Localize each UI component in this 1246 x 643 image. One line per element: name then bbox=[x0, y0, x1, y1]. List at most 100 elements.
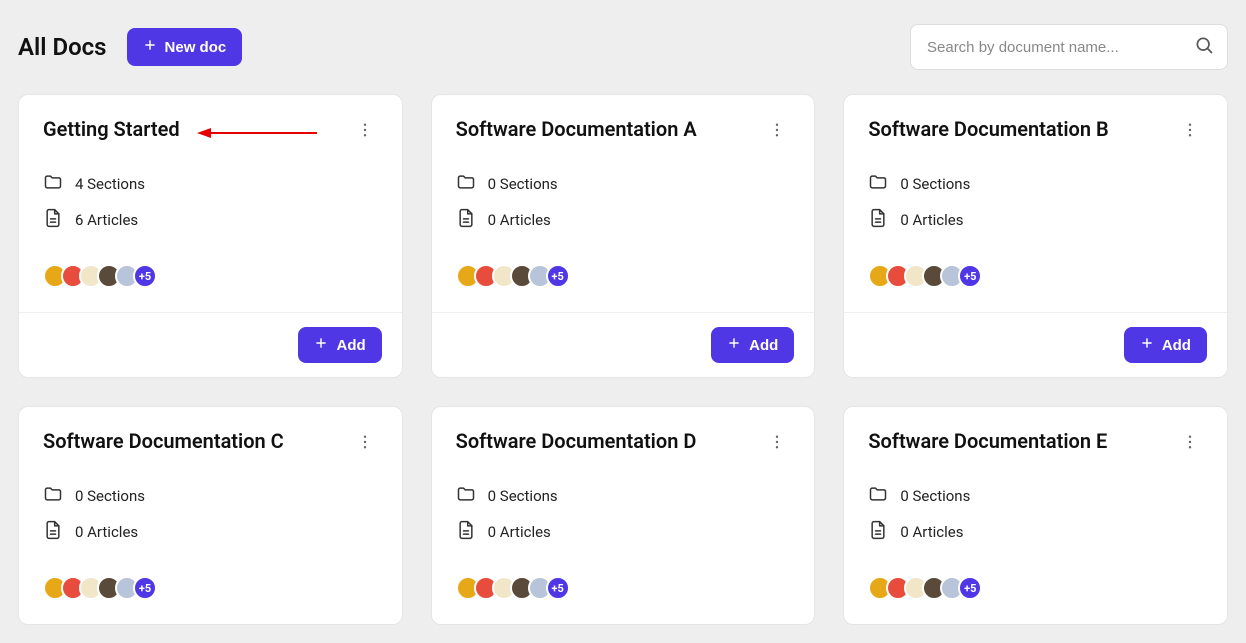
folder-icon bbox=[43, 172, 63, 196]
add-label: Add bbox=[336, 337, 365, 354]
folder-icon bbox=[456, 484, 476, 508]
more-vertical-icon bbox=[768, 439, 786, 454]
add-label: Add bbox=[1162, 337, 1191, 354]
articles-row: 0 Articles bbox=[43, 520, 378, 544]
avatar-more[interactable]: +5 bbox=[546, 264, 570, 288]
doc-card[interactable]: Getting Started 4 Sections 6 Articles +5 Add bbox=[18, 94, 403, 378]
sections-text: 0 Sections bbox=[488, 487, 558, 505]
card-body: Software Documentation B 0 Sections 0 Arti… bbox=[844, 95, 1227, 312]
page-title: All Docs bbox=[18, 33, 107, 61]
file-icon bbox=[456, 208, 476, 232]
card-footer: Add bbox=[19, 312, 402, 377]
sections-text: 0 Sections bbox=[75, 487, 145, 505]
card-title: Software Documentation E bbox=[868, 429, 1107, 453]
add-button[interactable]: Add bbox=[1124, 327, 1207, 363]
card-title-row: Software Documentation D bbox=[456, 429, 791, 458]
file-icon bbox=[868, 208, 888, 232]
sections-row: 4 Sections bbox=[43, 172, 378, 196]
articles-row: 0 Articles bbox=[456, 208, 791, 232]
sections-row: 0 Sections bbox=[868, 484, 1203, 508]
doc-card[interactable]: Software Documentation B 0 Sections 0 Arti… bbox=[843, 94, 1228, 378]
more-vertical-icon bbox=[356, 439, 374, 454]
sections-row: 0 Sections bbox=[456, 484, 791, 508]
plus-icon bbox=[727, 336, 741, 354]
card-more-button[interactable] bbox=[352, 117, 378, 146]
doc-card[interactable]: Software Documentation C 0 Sections 0 Arti… bbox=[18, 406, 403, 625]
articles-row: 0 Articles bbox=[868, 208, 1203, 232]
sections-text: 0 Sections bbox=[900, 487, 970, 505]
plus-icon bbox=[1140, 336, 1154, 354]
file-icon bbox=[868, 520, 888, 544]
sections-text: 0 Sections bbox=[488, 175, 558, 193]
avatar-stack: +5 bbox=[43, 264, 378, 288]
more-vertical-icon bbox=[768, 127, 786, 142]
card-more-button[interactable] bbox=[764, 429, 790, 458]
more-vertical-icon bbox=[1181, 439, 1199, 454]
more-vertical-icon bbox=[356, 127, 374, 142]
sections-text: 0 Sections bbox=[900, 175, 970, 193]
avatar-more[interactable]: +5 bbox=[958, 264, 982, 288]
card-title: Getting Started bbox=[43, 117, 180, 141]
avatar-stack: +5 bbox=[868, 264, 1203, 288]
doc-card[interactable]: Software Documentation E 0 Sections 0 Arti… bbox=[843, 406, 1228, 625]
card-more-button[interactable] bbox=[1177, 429, 1203, 458]
plus-icon bbox=[314, 336, 328, 354]
avatar-more[interactable]: +5 bbox=[133, 576, 157, 600]
avatar-stack: +5 bbox=[456, 264, 791, 288]
sections-row: 0 Sections bbox=[43, 484, 378, 508]
new-doc-label: New doc bbox=[165, 39, 227, 56]
articles-text: 0 Articles bbox=[75, 523, 138, 541]
articles-row: 6 Articles bbox=[43, 208, 378, 232]
articles-text: 6 Articles bbox=[75, 211, 138, 229]
sections-row: 0 Sections bbox=[868, 172, 1203, 196]
doc-card[interactable]: Software Documentation A 0 Sections 0 Arti… bbox=[431, 94, 816, 378]
card-title-row: Software Documentation B bbox=[868, 117, 1203, 146]
avatar-stack: +5 bbox=[456, 576, 791, 600]
add-label: Add bbox=[749, 337, 778, 354]
articles-text: 0 Articles bbox=[488, 211, 551, 229]
card-body: Software Documentation E 0 Sections 0 Arti… bbox=[844, 407, 1227, 624]
search-wrap bbox=[910, 24, 1228, 70]
plus-icon bbox=[143, 38, 157, 56]
card-more-button[interactable] bbox=[764, 117, 790, 146]
search-input[interactable] bbox=[910, 24, 1228, 70]
more-vertical-icon bbox=[1181, 127, 1199, 142]
card-more-button[interactable] bbox=[1177, 117, 1203, 146]
file-icon bbox=[43, 208, 63, 232]
articles-row: 0 Articles bbox=[868, 520, 1203, 544]
avatar-more[interactable]: +5 bbox=[133, 264, 157, 288]
annotation-arrow-icon bbox=[197, 125, 317, 145]
card-body: Getting Started 4 Sections 6 Articles +5 bbox=[19, 95, 402, 312]
header: All Docs New doc bbox=[0, 0, 1246, 94]
avatar-more[interactable]: +5 bbox=[958, 576, 982, 600]
add-button[interactable]: Add bbox=[298, 327, 381, 363]
docs-grid: Getting Started 4 Sections 6 Articles +5 Add… bbox=[0, 94, 1246, 643]
card-title: Software Documentation D bbox=[456, 429, 697, 453]
card-body: Software Documentation D0 Sections0 Arti… bbox=[432, 407, 815, 624]
card-title: Software Documentation C bbox=[43, 429, 284, 453]
card-title-row: Software Documentation A bbox=[456, 117, 791, 146]
articles-text: 0 Articles bbox=[900, 523, 963, 541]
new-doc-button[interactable]: New doc bbox=[127, 28, 243, 66]
card-body: Software Documentation A 0 Sections 0 Arti… bbox=[432, 95, 815, 312]
card-footer: Add bbox=[432, 312, 815, 377]
card-title-row: Software Documentation C bbox=[43, 429, 378, 458]
folder-icon bbox=[456, 172, 476, 196]
header-left: All Docs New doc bbox=[18, 28, 242, 66]
file-icon bbox=[456, 520, 476, 544]
card-footer: Add bbox=[844, 312, 1227, 377]
sections-row: 0 Sections bbox=[456, 172, 791, 196]
card-title-row: Software Documentation E bbox=[868, 429, 1203, 458]
search-icon bbox=[1194, 35, 1214, 59]
doc-card[interactable]: Software Documentation D0 Sections0 Arti… bbox=[431, 406, 816, 625]
avatar-stack: +5 bbox=[868, 576, 1203, 600]
avatar-more[interactable]: +5 bbox=[546, 576, 570, 600]
card-title: Software Documentation B bbox=[868, 117, 1108, 141]
add-button[interactable]: Add bbox=[711, 327, 794, 363]
card-body: Software Documentation C 0 Sections 0 Arti… bbox=[19, 407, 402, 624]
folder-icon bbox=[868, 172, 888, 196]
card-more-button[interactable] bbox=[352, 429, 378, 458]
card-title: Software Documentation A bbox=[456, 117, 697, 141]
folder-icon bbox=[868, 484, 888, 508]
folder-icon bbox=[43, 484, 63, 508]
